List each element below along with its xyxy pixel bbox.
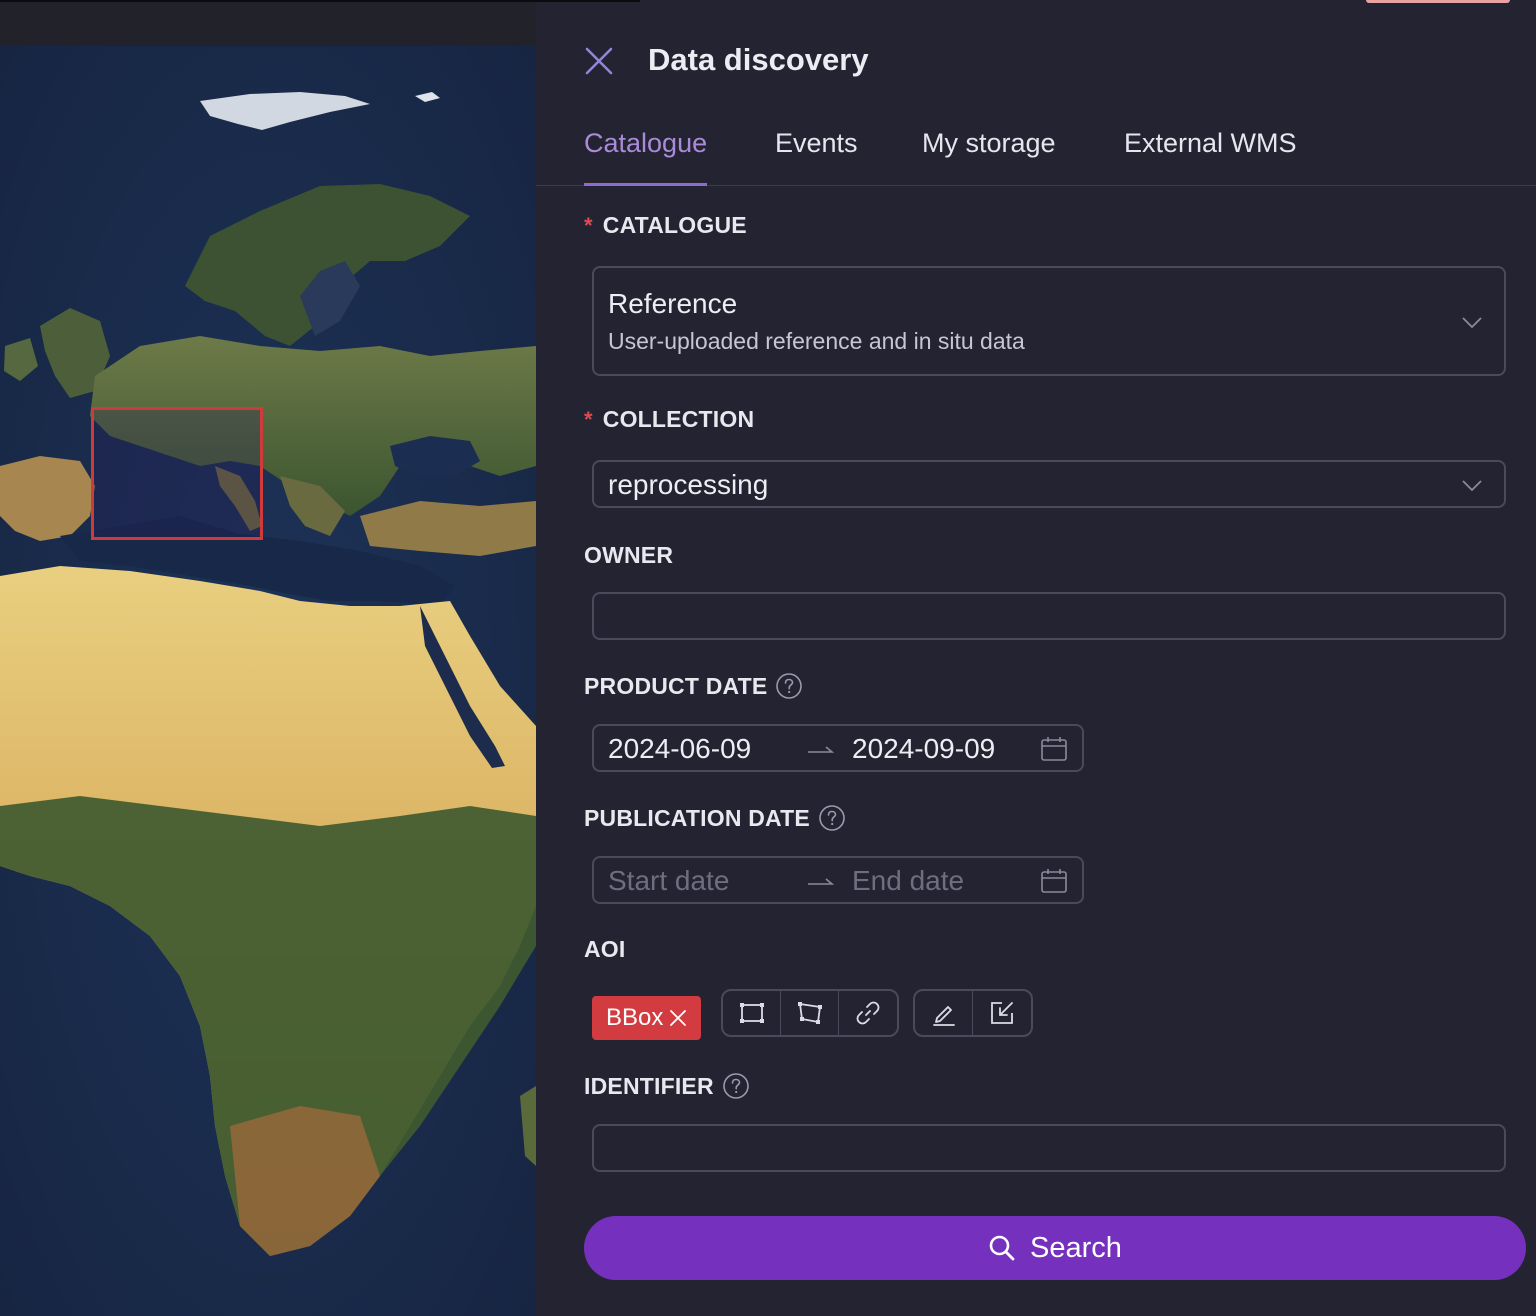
tab-bar: Catalogue Events My storage External WMS [536,128,1536,186]
aoi-draw-tools [721,989,899,1037]
link-aoi-button[interactable] [839,991,897,1035]
help-icon[interactable] [775,672,803,700]
publication-date-label: PUBLICATION DATE [584,804,846,832]
polygon-draw-icon [797,1002,822,1024]
publication-date-end[interactable]: End date [852,865,964,897]
top-divider [0,0,640,2]
search-icon [989,1235,1015,1261]
catalogue-description: User-uploaded reference and in situ data [608,328,1025,354]
identifier-field[interactable] [592,1124,1506,1172]
required-mark: * [584,406,593,432]
product-date-label: PRODUCT DATE [584,672,803,700]
publication-date-range[interactable]: Start date End date [592,856,1084,904]
aoi-edit-tools [913,989,1033,1037]
import-aoi-button[interactable] [973,991,1031,1035]
aoi-label: AOI [584,936,626,962]
bbox-draw-icon [739,1003,764,1023]
search-button[interactable]: Search [584,1216,1526,1280]
calendar-icon[interactable] [1040,735,1068,763]
required-mark: * [584,212,593,238]
aoi-bbox-overlay[interactable] [91,407,263,540]
edit-aoi-button[interactable] [915,991,973,1035]
product-date-range[interactable]: 2024-06-09 2024-09-09 [592,724,1084,772]
tab-external-wms[interactable]: External WMS [1124,128,1297,184]
data-discovery-panel: Data discovery Catalogue Events My stora… [536,12,1536,1316]
tab-events[interactable]: Events [775,128,858,184]
catalogue-label: * CATALOGUE [584,212,747,238]
collection-value: reprocessing [608,469,769,500]
tab-catalogue[interactable]: Catalogue [584,128,708,186]
collection-label: * COLLECTION [584,406,755,432]
catalogue-value: Reference [608,288,738,319]
arrow-right-icon [808,746,835,753]
publication-date-start[interactable]: Start date [608,865,729,897]
top-accent-bar [1366,0,1510,3]
owner-field[interactable] [592,592,1506,640]
identifier-label: IDENTIFIER [584,1072,750,1100]
owner-label: OWNER [584,542,674,568]
product-date-start[interactable]: 2024-06-09 [608,733,751,765]
close-icon[interactable] [584,46,614,76]
import-icon [991,1002,1013,1024]
search-button-label: Search [1030,1231,1122,1264]
identifier-input[interactable] [594,1126,1504,1170]
calendar-icon[interactable] [1040,867,1068,895]
satellite-map-image [0,46,536,1316]
close-icon[interactable] [669,1009,687,1027]
panel-title: Data discovery [648,42,869,77]
edit-icon [932,1006,955,1026]
arrow-right-icon [808,878,835,885]
collection-select[interactable]: reprocessing [592,460,1506,508]
bbox-tag[interactable]: BBox [592,996,702,1040]
catalogue-select[interactable]: Reference User-uploaded reference and in… [592,266,1506,376]
owner-input[interactable] [594,594,1504,638]
polygon-draw-button[interactable] [781,991,839,1035]
map-view[interactable] [0,46,536,1316]
help-icon[interactable] [722,1072,750,1100]
link-icon [856,1001,880,1025]
chevron-down-icon [1462,480,1482,492]
chevron-down-icon [1462,317,1482,329]
bbox-draw-button[interactable] [723,991,781,1035]
product-date-end[interactable]: 2024-09-09 [852,733,995,765]
tab-my-storage[interactable]: My storage [922,128,1056,184]
map-top-bar [0,0,536,46]
help-icon[interactable] [818,804,846,832]
